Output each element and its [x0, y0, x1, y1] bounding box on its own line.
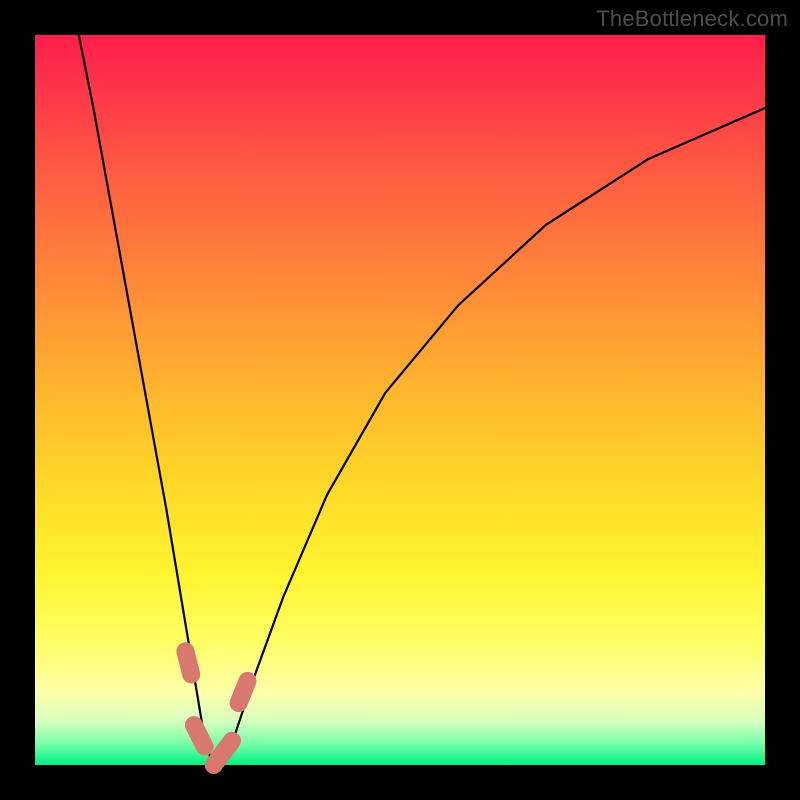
marker-trough-left	[194, 725, 205, 746]
plot-area	[35, 35, 765, 765]
marker-trough-right	[218, 741, 232, 760]
marker-right-shoulder	[239, 681, 248, 703]
marker-left-shoulder	[185, 651, 191, 674]
chart-frame: TheBottleneck.com	[0, 0, 800, 800]
curve-svg	[35, 35, 765, 765]
marker-group	[185, 651, 247, 765]
watermark-text: TheBottleneck.com	[596, 6, 788, 32]
